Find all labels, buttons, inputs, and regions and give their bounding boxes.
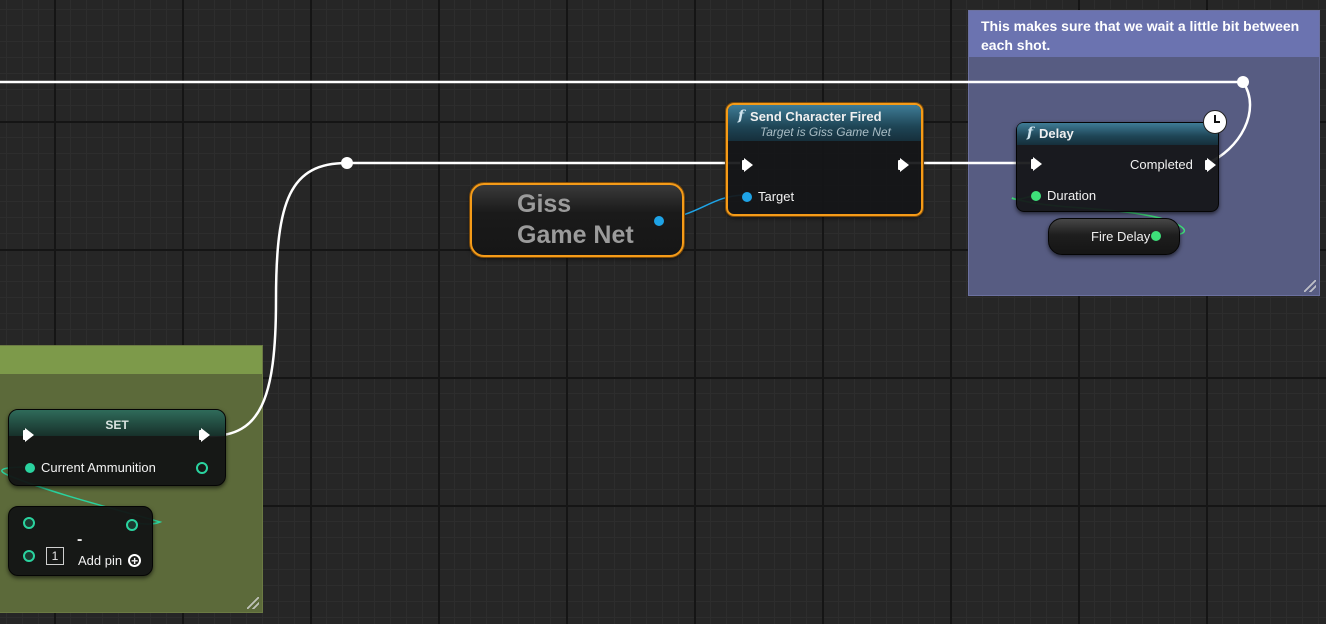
pin-label: Completed (1130, 157, 1193, 172)
wires-layer (0, 80, 1252, 525)
exec-pin-icon[interactable] (742, 158, 753, 172)
int-pin-in-icon[interactable] (23, 550, 35, 562)
exec-in-pin[interactable] (23, 428, 34, 442)
reroute-node[interactable] (1237, 76, 1249, 88)
float-pin-icon[interactable] (1031, 190, 1041, 201)
operator-label: - (77, 531, 83, 548)
int-pin-icon[interactable] (25, 462, 35, 473)
node-header: f Send Character Fired Target is Giss Ga… (728, 105, 921, 141)
int-pin-out-icon[interactable] (126, 519, 138, 531)
value-input[interactable]: 1 (46, 547, 64, 565)
node-title: Giss Game Net (517, 190, 634, 249)
exec-out-pin[interactable] (199, 428, 210, 442)
pin-label: Target (758, 189, 795, 204)
exec-pin-icon[interactable] (23, 428, 34, 442)
fire-delay-node[interactable]: Fire Delay (1048, 218, 1180, 255)
node-title: Send Character Fired (750, 108, 882, 124)
exec-pin-icon[interactable] (1031, 157, 1042, 171)
giss-game-net-node[interactable]: Giss Game Net (470, 183, 684, 257)
node-subtitle: Target is Giss Game Net (760, 125, 891, 139)
exec-in-pin[interactable] (1031, 157, 1042, 171)
exec-pin-icon[interactable] (898, 158, 909, 172)
add-pin-label: Add pin (78, 553, 123, 568)
exec-in-pin[interactable] (742, 158, 753, 172)
float-pin-icon[interactable] (1151, 231, 1161, 241)
subtract-node[interactable]: - 1 Add pin + (8, 506, 153, 576)
object-pin-icon[interactable] (742, 191, 752, 202)
pin-label: Duration (1047, 188, 1097, 203)
current-ammunition-pin[interactable]: Current Ammunition (25, 460, 156, 475)
reroute-node[interactable] (341, 157, 353, 169)
pin-label: Current Ammunition (41, 460, 156, 475)
node-title: Fire Delay (1091, 229, 1151, 244)
int-pin-out-icon[interactable] (196, 462, 208, 474)
exec-out-pin[interactable] (898, 158, 909, 172)
node-header: f Delay (1017, 123, 1218, 145)
function-icon: f (1027, 125, 1034, 141)
function-icon: f (738, 108, 745, 124)
add-pin-button[interactable]: Add pin + (78, 553, 142, 568)
object-pin-icon[interactable] (654, 216, 664, 226)
exec-wire[interactable] (209, 161, 348, 438)
latent-clock-icon (1203, 110, 1227, 134)
exec-pin-icon[interactable] (1204, 157, 1216, 172)
duration-pin[interactable]: Duration (1031, 188, 1096, 203)
add-icon[interactable]: + (128, 554, 142, 567)
node-title: SET (9, 410, 225, 436)
node-title: Delay (1039, 125, 1074, 141)
target-pin[interactable]: Target (742, 189, 794, 204)
delay-node[interactable]: f Delay Completed Duration (1016, 122, 1219, 212)
completed-pin[interactable]: Completed (1130, 157, 1216, 172)
int-pin-in-icon[interactable] (23, 517, 35, 529)
exec-pin-icon[interactable] (199, 428, 210, 442)
set-node[interactable]: SET Current Ammunition (8, 409, 226, 486)
send-character-fired-node[interactable]: f Send Character Fired Target is Giss Ga… (726, 103, 923, 216)
